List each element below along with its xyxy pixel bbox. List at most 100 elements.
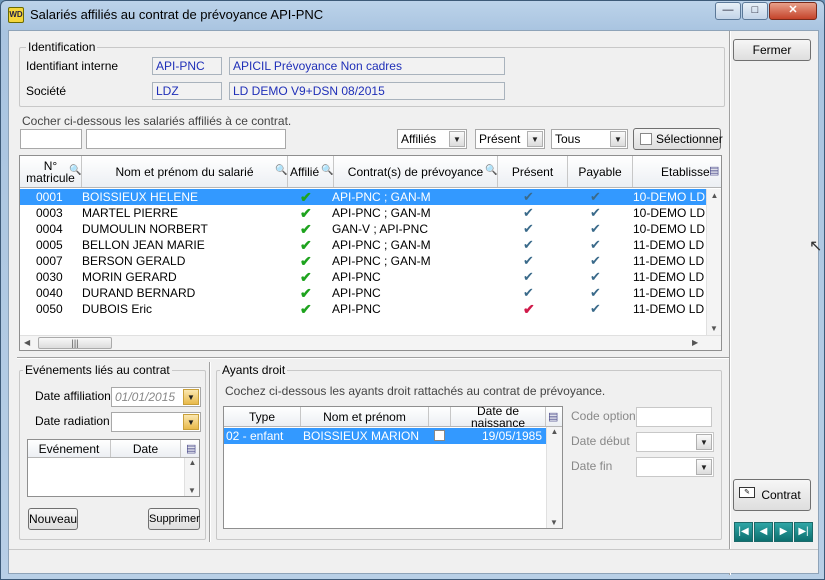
col-header-checkbox[interactable] (429, 407, 451, 426)
first-record-icon[interactable]: |◀ (734, 522, 753, 542)
search-icon[interactable]: 🔍 (69, 165, 81, 176)
tous-filter-select[interactable]: Tous ▼ (551, 129, 628, 149)
col-header-birth-date-label: Date de naissance (470, 406, 526, 430)
payable-check-icon: ✔ (590, 269, 601, 284)
select-button[interactable]: Sélectionner (633, 128, 723, 150)
matricule-search-input[interactable] (20, 129, 82, 149)
col-header-contracts[interactable]: Contrat(s) de prévoyance (334, 156, 498, 187)
scroll-left-icon[interactable]: ◀ (24, 338, 30, 347)
contract-button-label: Contrat (761, 488, 801, 502)
affilies-filter-select[interactable]: Affiliés ▼ (397, 129, 467, 149)
contracts-cell: API-PNC ; GAN-M (332, 190, 431, 204)
col-header-event-date[interactable]: Date (111, 440, 181, 457)
scroll-down-icon[interactable]: ▼ (547, 518, 561, 527)
etablissement-cell: 10-DEMO LD F (633, 206, 706, 220)
contract-button[interactable]: ✎ Contrat (733, 479, 811, 511)
horizontal-divider[interactable] (17, 357, 729, 359)
etablissement-cell: 10-DEMO LD F (633, 222, 706, 236)
table-row[interactable]: 0030 MORIN GERARD ✔ API-PNC ✔ ✔ 11-DEMO LD F (20, 269, 706, 285)
title-bar[interactable]: WD Salariés affiliés au contrat de prévo… (1, 1, 824, 29)
new-event-button[interactable]: Nouveau (28, 508, 78, 530)
col-header-payable[interactable]: Payable (568, 156, 633, 187)
table-row[interactable]: 0001 BOISSIEUX HELENE ✔ API-PNC ; GAN-M ✔ ✔ 10… (20, 189, 706, 205)
close-window-button[interactable]: ✕ (769, 2, 817, 20)
search-icon[interactable]: 🔍 (321, 165, 333, 176)
col-header-present[interactable]: Présent (498, 156, 568, 187)
table-row[interactable]: 0005 BELLON JEAN MARIE ✔ API-PNC ; GAN-M ✔ ✔ 1… (20, 237, 706, 253)
minimize-button[interactable]: — (715, 2, 741, 20)
affiliated-checkbox-icon[interactable]: ✔ (300, 189, 320, 205)
payable-check-icon: ✔ (590, 301, 601, 316)
date-radiation-picker[interactable]: ▼ (111, 412, 201, 432)
table-row[interactable]: 0050 DUBOIS Eric ✔ API-PNC ✔ ✔ 11-DEMO LD F (20, 301, 706, 317)
name-search-input[interactable] (86, 129, 286, 149)
matricule-cell: 0001 (36, 190, 63, 204)
name-cell: BELLON JEAN MARIE (82, 238, 205, 252)
birth-date-cell: 19/05/1985 (481, 429, 542, 443)
vertical-divider[interactable] (209, 362, 211, 542)
table-row[interactable]: 0004 DUMOULIN NORBERT ✔ GAN-V ; API-PNC ✔ ✔ 10… (20, 221, 706, 237)
employees-horizontal-scrollbar[interactable]: ◀ ||| ▶ (20, 335, 721, 350)
internal-id-code-field: API-PNC (152, 57, 222, 75)
scroll-thumb[interactable]: ||| (38, 337, 112, 349)
events-vertical-scrollbar[interactable]: ▲ ▼ (184, 458, 199, 496)
etablissement-cell: 11-DEMO LD F (633, 270, 706, 284)
date-start-picker[interactable]: ▼ (636, 432, 714, 452)
events-legend: Evénements liés au contrat (23, 363, 172, 377)
table-row[interactable]: 0003 MARTEL PIERRE ✔ API-PNC ; GAN-M ✔ ✔ 10-DE… (20, 205, 706, 221)
calendar-dropdown-icon[interactable]: ▼ (183, 389, 199, 405)
affiliated-checkbox-icon[interactable]: ✔ (300, 285, 320, 301)
payable-check-icon: ✔ (590, 285, 601, 300)
scroll-up-icon[interactable]: ▲ (547, 427, 562, 436)
table-options-icon[interactable]: ▤ (709, 164, 719, 177)
next-record-icon[interactable]: ▶ (774, 522, 793, 542)
table-row[interactable]: 02 - enfant BOISSIEUX MARION 19/05/1985 (224, 428, 546, 444)
affilies-filter-value: Affiliés (401, 132, 437, 146)
affiliated-checkbox-icon[interactable]: ✔ (300, 253, 320, 269)
affiliated-checkbox-icon[interactable]: ✔ (300, 205, 320, 221)
col-header-beneficiary-name[interactable]: Nom et prénom (301, 407, 429, 426)
contracts-cell: GAN-V ; API-PNC (332, 222, 429, 236)
col-header-evenement[interactable]: Evénement (28, 440, 111, 457)
option-code-input[interactable] (636, 407, 712, 427)
date-end-picker[interactable]: ▼ (636, 457, 714, 477)
search-icon[interactable]: 🔍 (275, 165, 287, 176)
present-filter-select[interactable]: Présent ▼ (475, 129, 545, 149)
search-icon[interactable]: 🔍 (485, 165, 497, 176)
delete-event-button[interactable]: Supprimer (148, 508, 200, 530)
beneficiary-checkbox[interactable] (434, 430, 445, 441)
affiliated-checkbox-icon[interactable]: ✔ (300, 301, 320, 317)
table-row[interactable]: 0040 DURAND BERNARD ✔ API-PNC ✔ ✔ 11-DEMO LD F (20, 285, 706, 301)
table-options-icon[interactable]: ▤ (186, 442, 196, 455)
scroll-right-icon[interactable]: ▶ (692, 338, 698, 347)
col-header-birth-date[interactable]: Date de naissance (451, 406, 546, 430)
calendar-dropdown-icon[interactable]: ▼ (183, 414, 199, 430)
scroll-up-icon[interactable]: ▲ (185, 458, 199, 467)
company-name-field: LD DEMO V9+DSN 08/2015 (229, 82, 505, 100)
date-affiliation-picker[interactable]: 01/01/2015 ▼ (111, 387, 201, 407)
close-button[interactable]: Fermer (733, 39, 811, 61)
affiliated-checkbox-icon[interactable]: ✔ (300, 237, 320, 253)
present-check-icon: ✔ (523, 285, 534, 300)
affiliated-checkbox-icon[interactable]: ✔ (300, 269, 320, 285)
beneficiaries-vertical-scrollbar[interactable]: ▲ ▼ (546, 427, 562, 528)
col-header-type[interactable]: Type (224, 407, 301, 426)
table-row[interactable]: 0007 BERSON GERALD ✔ API-PNC ; GAN-M ✔ ✔ 11-DE… (20, 253, 706, 269)
maximize-button[interactable]: □ (742, 2, 768, 20)
col-header-affilie-label: Affilié (290, 164, 320, 179)
payable-check-icon: ✔ (590, 253, 601, 268)
scroll-down-icon[interactable]: ▼ (185, 486, 199, 495)
col-header-beneficiary-name-label: Nom et prénom (323, 409, 406, 424)
affiliated-checkbox-icon[interactable]: ✔ (300, 221, 320, 237)
previous-record-icon[interactable]: ◀ (754, 522, 773, 542)
last-record-icon[interactable]: ▶| (794, 522, 813, 542)
events-table-header: Evénement Date ▤ (28, 440, 199, 458)
employees-vertical-scrollbar[interactable]: ▲ ▼ (706, 189, 721, 335)
scroll-down-icon[interactable]: ▼ (707, 324, 721, 333)
date-radiation-label: Date radiation (35, 414, 110, 428)
table-options-icon[interactable]: ▤ (548, 410, 558, 423)
scroll-up-icon[interactable]: ▲ (707, 189, 721, 200)
col-header-present-label: Présent (511, 164, 554, 179)
chevron-down-icon: ▼ (527, 131, 543, 147)
col-header-name[interactable]: Nom et prénom du salarié (82, 156, 288, 187)
